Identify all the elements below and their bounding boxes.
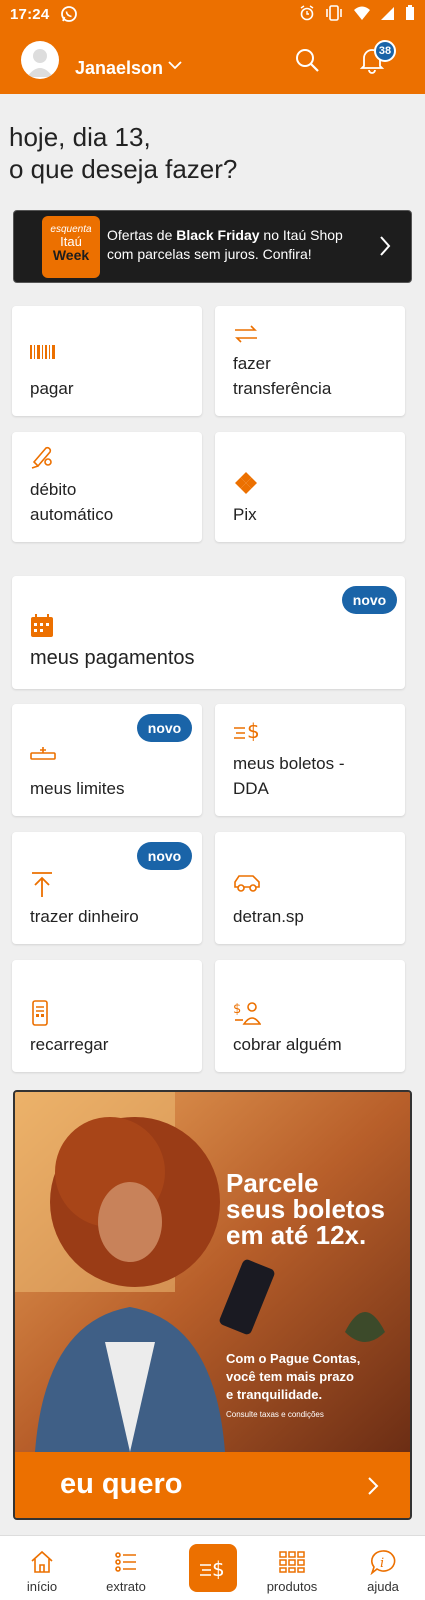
nav-produtos-label: produtos (266, 1579, 318, 1594)
chevron-right-icon (379, 235, 391, 262)
battery-icon (406, 5, 414, 20)
barcode-icon (30, 344, 56, 365)
status-bar: 17:24 (0, 0, 425, 30)
pix-card[interactable]: Pix (215, 432, 405, 542)
status-time: 17:24 (10, 6, 50, 23)
svg-text:i: i (380, 1556, 384, 1571)
wifi-icon (354, 6, 370, 20)
nav-inicio[interactable]: início (2, 1548, 82, 1594)
promo-text: Ofertas de Black Friday no Itaú Shop com… (107, 226, 372, 264)
recarregar-label: recarregar (30, 1035, 109, 1054)
account-name[interactable]: Janaelson (75, 58, 163, 79)
help-chat-icon: i (343, 1548, 423, 1576)
banner-headline-2: seus boletos (226, 1194, 385, 1224)
meus-limites-card[interactable]: meus limites novo (12, 704, 202, 816)
banner-sub-3: e tranquilidade. (226, 1387, 323, 1402)
money-transfer-icon: $ (200, 1557, 225, 1581)
arrow-up-icon (30, 872, 54, 903)
nav-ajuda[interactable]: i ajuda (343, 1548, 423, 1594)
pix-label: Pix (233, 505, 257, 524)
svg-text:$: $ (212, 1557, 225, 1581)
chevron-down-icon[interactable] (168, 57, 182, 75)
nav-extrato-label: extrato (106, 1579, 146, 1594)
banner-sub-1: Com o Pague Contas, (226, 1351, 361, 1366)
black-friday-promo[interactable]: esquenta Itaú Week Ofertas de Black Frid… (13, 210, 412, 283)
transferencia-line-1: fazer (233, 354, 271, 373)
trazer-dinheiro-label: trazer dinheiro (30, 907, 139, 926)
logo-line-3: Week (52, 247, 90, 263)
pagar-card[interactable]: pagar (12, 306, 202, 416)
nav-inicio-label: início (26, 1579, 58, 1594)
transferencia-line-2: transferência (233, 379, 332, 398)
banner-headline: Parcele seus boletos em até 12x. (226, 1170, 406, 1248)
boleto-money-icon: $ (233, 718, 261, 747)
trazer-dinheiro-card[interactable]: trazer dinheiro novo (12, 832, 202, 944)
promo-text-bold: Black Friday (176, 227, 260, 243)
transferencia-card[interactable]: fazer transferência (215, 306, 405, 416)
banner-disclaimer: Consulte taxas e condições (226, 1410, 324, 1419)
debito-automatico-card[interactable]: débito automático (12, 432, 202, 542)
itau-week-logo: esquenta Itaú Week (42, 216, 100, 278)
meus-boletos-label: meus boletos - DDA (233, 751, 345, 801)
recarregar-card[interactable]: recarregar (12, 960, 202, 1072)
pix-icon (232, 469, 260, 501)
detran-card[interactable]: detran.sp (215, 832, 405, 944)
greeting-line-2: o que deseja fazer? (9, 154, 238, 184)
car-icon (233, 874, 261, 897)
eu-quero-label: eu quero (60, 1468, 183, 1500)
signal-icon (381, 7, 394, 20)
meus-pagamentos-label: meus pagamentos (30, 647, 195, 669)
greeting: hoje, dia 13, o que deseja fazer? (9, 121, 237, 185)
banner-sub-2: você tem mais prazo (226, 1369, 354, 1384)
app-header: Janaelson 38 (0, 30, 425, 94)
new-badge: novo (137, 714, 192, 742)
new-badge: novo (137, 842, 192, 870)
grid-icon (252, 1548, 332, 1576)
debito-label: débito automático (30, 477, 113, 527)
greeting-line-1: hoje, dia 13, (9, 122, 151, 152)
pagar-label: pagar (30, 379, 74, 398)
promo-text-prefix: Ofertas de (107, 227, 177, 243)
whatsapp-icon (60, 5, 78, 27)
limit-slider-icon (30, 746, 56, 767)
home-icon (2, 1548, 82, 1576)
cobrar-label: cobrar alguém (233, 1035, 342, 1054)
boletos-line-1: meus boletos - (233, 754, 345, 773)
banner-headline-1: Parcele (226, 1168, 319, 1198)
transfer-arrows-icon (233, 324, 259, 349)
new-badge: novo (342, 586, 397, 614)
cobrar-card[interactable]: $ cobrar alguém (215, 960, 405, 1072)
request-money-icon: $ (233, 1000, 262, 1031)
chevron-right-icon (367, 1476, 379, 1501)
statement-list-icon (86, 1548, 166, 1576)
transferencia-label: fazer transferência (233, 351, 331, 401)
debito-line-1: débito (30, 480, 77, 499)
meus-limites-label: meus limites (30, 779, 125, 798)
meus-boletos-card[interactable]: $ meus boletos - DDA (215, 704, 405, 816)
boletos-line-2: DDA (233, 779, 269, 798)
svg-text:$: $ (247, 719, 260, 742)
nav-produtos[interactable]: produtos (252, 1548, 332, 1594)
calendar-icon (30, 614, 54, 643)
vibrate-icon (326, 5, 342, 21)
bottom-nav: início extrato $ produtos i ajuda (0, 1535, 425, 1600)
banner-subtext: Com o Pague Contas, você tem mais prazo … (226, 1350, 406, 1404)
banner-headline-3: em até 12x. (226, 1220, 367, 1250)
meus-pagamentos-card[interactable]: meus pagamentos novo (12, 576, 405, 689)
phone-recharge-icon (30, 1000, 50, 1031)
search-icon[interactable] (294, 47, 320, 78)
svg-text:$: $ (233, 1002, 241, 1017)
nav-extrato[interactable]: extrato (86, 1548, 166, 1594)
alarm-icon (300, 5, 314, 21)
nav-ajuda-label: ajuda (367, 1579, 399, 1594)
nav-pay-button[interactable]: $ (189, 1544, 237, 1592)
automatic-debit-icon (30, 444, 56, 477)
pague-contas-banner[interactable]: Parcele seus boletos em até 12x. Com o P… (13, 1090, 412, 1520)
avatar[interactable] (21, 41, 59, 79)
detran-label: detran.sp (233, 907, 304, 926)
eu-quero-button[interactable]: eu quero (15, 1452, 410, 1518)
debito-line-2: automático (30, 505, 114, 524)
notification-badge: 38 (374, 40, 396, 62)
